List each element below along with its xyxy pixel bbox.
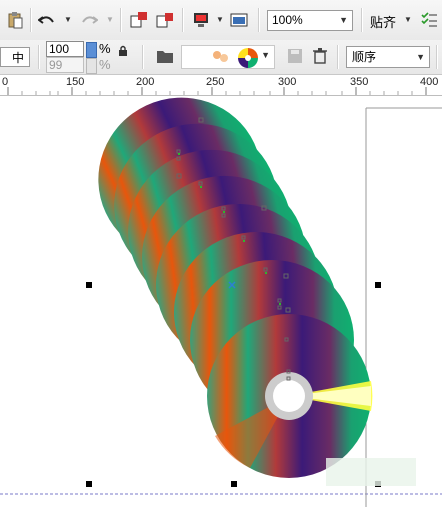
- scale-height-value: 99: [49, 58, 63, 72]
- app-launcher-icon[interactable]: [230, 11, 248, 29]
- zoom-level-value: 100%: [272, 13, 303, 27]
- import-icon[interactable]: [130, 11, 148, 29]
- height-percent-label: %: [99, 57, 111, 72]
- publish-dropdown-icon[interactable]: ▼: [216, 15, 224, 24]
- drawing-canvas[interactable]: [0, 96, 442, 507]
- handle-right[interactable]: [375, 282, 381, 288]
- drawing-svg[interactable]: [0, 96, 442, 507]
- ruler-label: 350: [350, 76, 369, 88]
- redo-icon[interactable]: [80, 11, 98, 29]
- horizontal-ruler[interactable]: 0 150 200 250 300 350 400: [0, 75, 442, 96]
- object-position-field[interactable]: 中: [0, 47, 30, 67]
- chevron-down-icon: ▼: [339, 15, 348, 25]
- ruler-label: 0: [2, 76, 9, 88]
- ruler-label: 400: [420, 76, 439, 88]
- ruler-label: 150: [66, 76, 85, 88]
- undo-dropdown-icon[interactable]: ▼: [64, 15, 72, 24]
- fill-preset-picker[interactable]: ▼: [181, 45, 275, 69]
- preset-flowers-icon: [213, 51, 228, 62]
- redo-dropdown-icon: ▼: [106, 15, 114, 24]
- ruler-label: 200: [136, 76, 155, 88]
- blend-discs[interactable]: [72, 96, 373, 478]
- zoom-level-combo[interactable]: 100% ▼: [267, 10, 353, 31]
- chevron-down-icon: ▼: [261, 50, 270, 60]
- width-percent-label: %: [99, 41, 111, 56]
- handle-left[interactable]: [86, 282, 92, 288]
- lock-ratio-icon[interactable]: [116, 44, 130, 58]
- conical-fill-icon: [238, 48, 258, 68]
- delete-icon[interactable]: [313, 48, 327, 64]
- publish-icon[interactable]: [192, 11, 210, 29]
- scale-height-stepper[interactable]: [86, 58, 97, 74]
- ruler-label: 300: [278, 76, 297, 88]
- disc-hole: [273, 380, 305, 412]
- scale-width-value: 100: [49, 42, 70, 56]
- snap-to-button[interactable]: 贴齐: [370, 12, 396, 31]
- property-bar: 中 100 % 99 % ▼ 顺序 ▼: [0, 40, 442, 75]
- options-icon[interactable]: [420, 11, 438, 29]
- watermark-block: [326, 458, 416, 486]
- save-preset-icon: [288, 49, 302, 63]
- snap-dropdown-icon[interactable]: ▼: [404, 15, 412, 24]
- order-select[interactable]: 顺序 ▼: [346, 46, 430, 68]
- scale-height-input[interactable]: 99: [46, 57, 84, 73]
- ruler-label: 250: [206, 76, 225, 88]
- chevron-down-icon: ▼: [416, 52, 425, 62]
- handle-bottom-left[interactable]: [86, 481, 92, 487]
- folder-icon[interactable]: [156, 48, 174, 64]
- export-icon[interactable]: [156, 11, 174, 29]
- scale-width-stepper[interactable]: [86, 42, 97, 58]
- order-select-value: 顺序: [352, 50, 377, 64]
- standard-toolbar: ▼ ▼ ▼ 100% ▼ 贴齐 ▼: [0, 0, 442, 41]
- handle-bottom[interactable]: [231, 481, 237, 487]
- clipboard-icon[interactable]: [6, 11, 24, 29]
- scale-width-input[interactable]: 100: [46, 41, 84, 57]
- undo-icon[interactable]: [38, 11, 56, 29]
- center-anchor-icon: 中: [11, 51, 24, 65]
